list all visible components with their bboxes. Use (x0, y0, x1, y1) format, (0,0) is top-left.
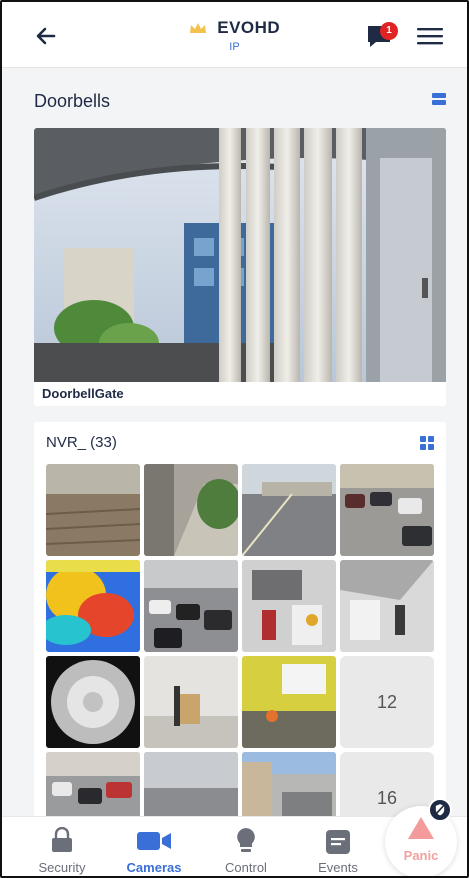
tab-label: Cameras (126, 860, 182, 875)
lock-icon (52, 827, 72, 852)
camera-icon (137, 832, 171, 850)
hamburger-menu-icon[interactable] (417, 27, 443, 45)
nvr-camera-thumbnail[interactable] (46, 464, 140, 556)
tab-events[interactable]: Events (293, 817, 383, 876)
tab-label: Events (318, 860, 358, 875)
nvr-camera-thumbnail[interactable] (340, 464, 434, 556)
nvr-camera-thumbnail[interactable] (144, 656, 238, 748)
nvr-panel: NVR_ (33) 12 16 (34, 422, 446, 876)
doorbell-camera-card[interactable]: DoorbellGate (34, 128, 446, 406)
grid-view-icon[interactable] (420, 436, 434, 450)
nvr-camera-thumbnail[interactable] (242, 656, 336, 748)
disarmed-shield-icon (428, 798, 452, 822)
nvr-camera-thumbnail[interactable] (242, 560, 336, 652)
nvr-camera-thumbnail[interactable] (242, 464, 336, 556)
nvr-title: NVR_ (33) (46, 434, 117, 451)
app-header: EVOHD IP 1 (2, 2, 467, 68)
list-view-icon[interactable] (432, 92, 446, 106)
crown-icon (189, 23, 206, 33)
panic-label: Panic (403, 848, 439, 863)
nvr-camera-thumbnail[interactable] (340, 560, 434, 652)
doorbell-camera-feed[interactable] (34, 128, 446, 382)
notification-badge: 1 (380, 22, 398, 40)
more-cameras-tile[interactable]: 12 (340, 656, 434, 748)
nvr-camera-thumbnail[interactable] (46, 560, 140, 652)
tab-control[interactable]: Control (201, 817, 291, 876)
nvr-camera-thumbnail[interactable] (144, 560, 238, 652)
doorbells-section-title: Doorbells (34, 91, 111, 111)
nvr-camera-thumbnail[interactable] (144, 464, 238, 556)
nvr-camera-thumbnail[interactable] (46, 656, 140, 748)
tab-label: Control (225, 860, 267, 875)
tab-security[interactable]: Security (17, 817, 107, 876)
app-frame: EVOHD IP 1 Doorbells DoorbellGate NVR_ (… (0, 0, 469, 878)
warning-triangle-icon (408, 817, 434, 839)
tab-label: Security (38, 860, 86, 875)
events-icon (326, 830, 350, 854)
lightbulb-icon (237, 828, 255, 852)
app-title: EVOHD (217, 18, 281, 37)
doorbell-camera-label: DoorbellGate (42, 386, 124, 401)
tab-cameras[interactable]: Cameras (109, 817, 199, 876)
